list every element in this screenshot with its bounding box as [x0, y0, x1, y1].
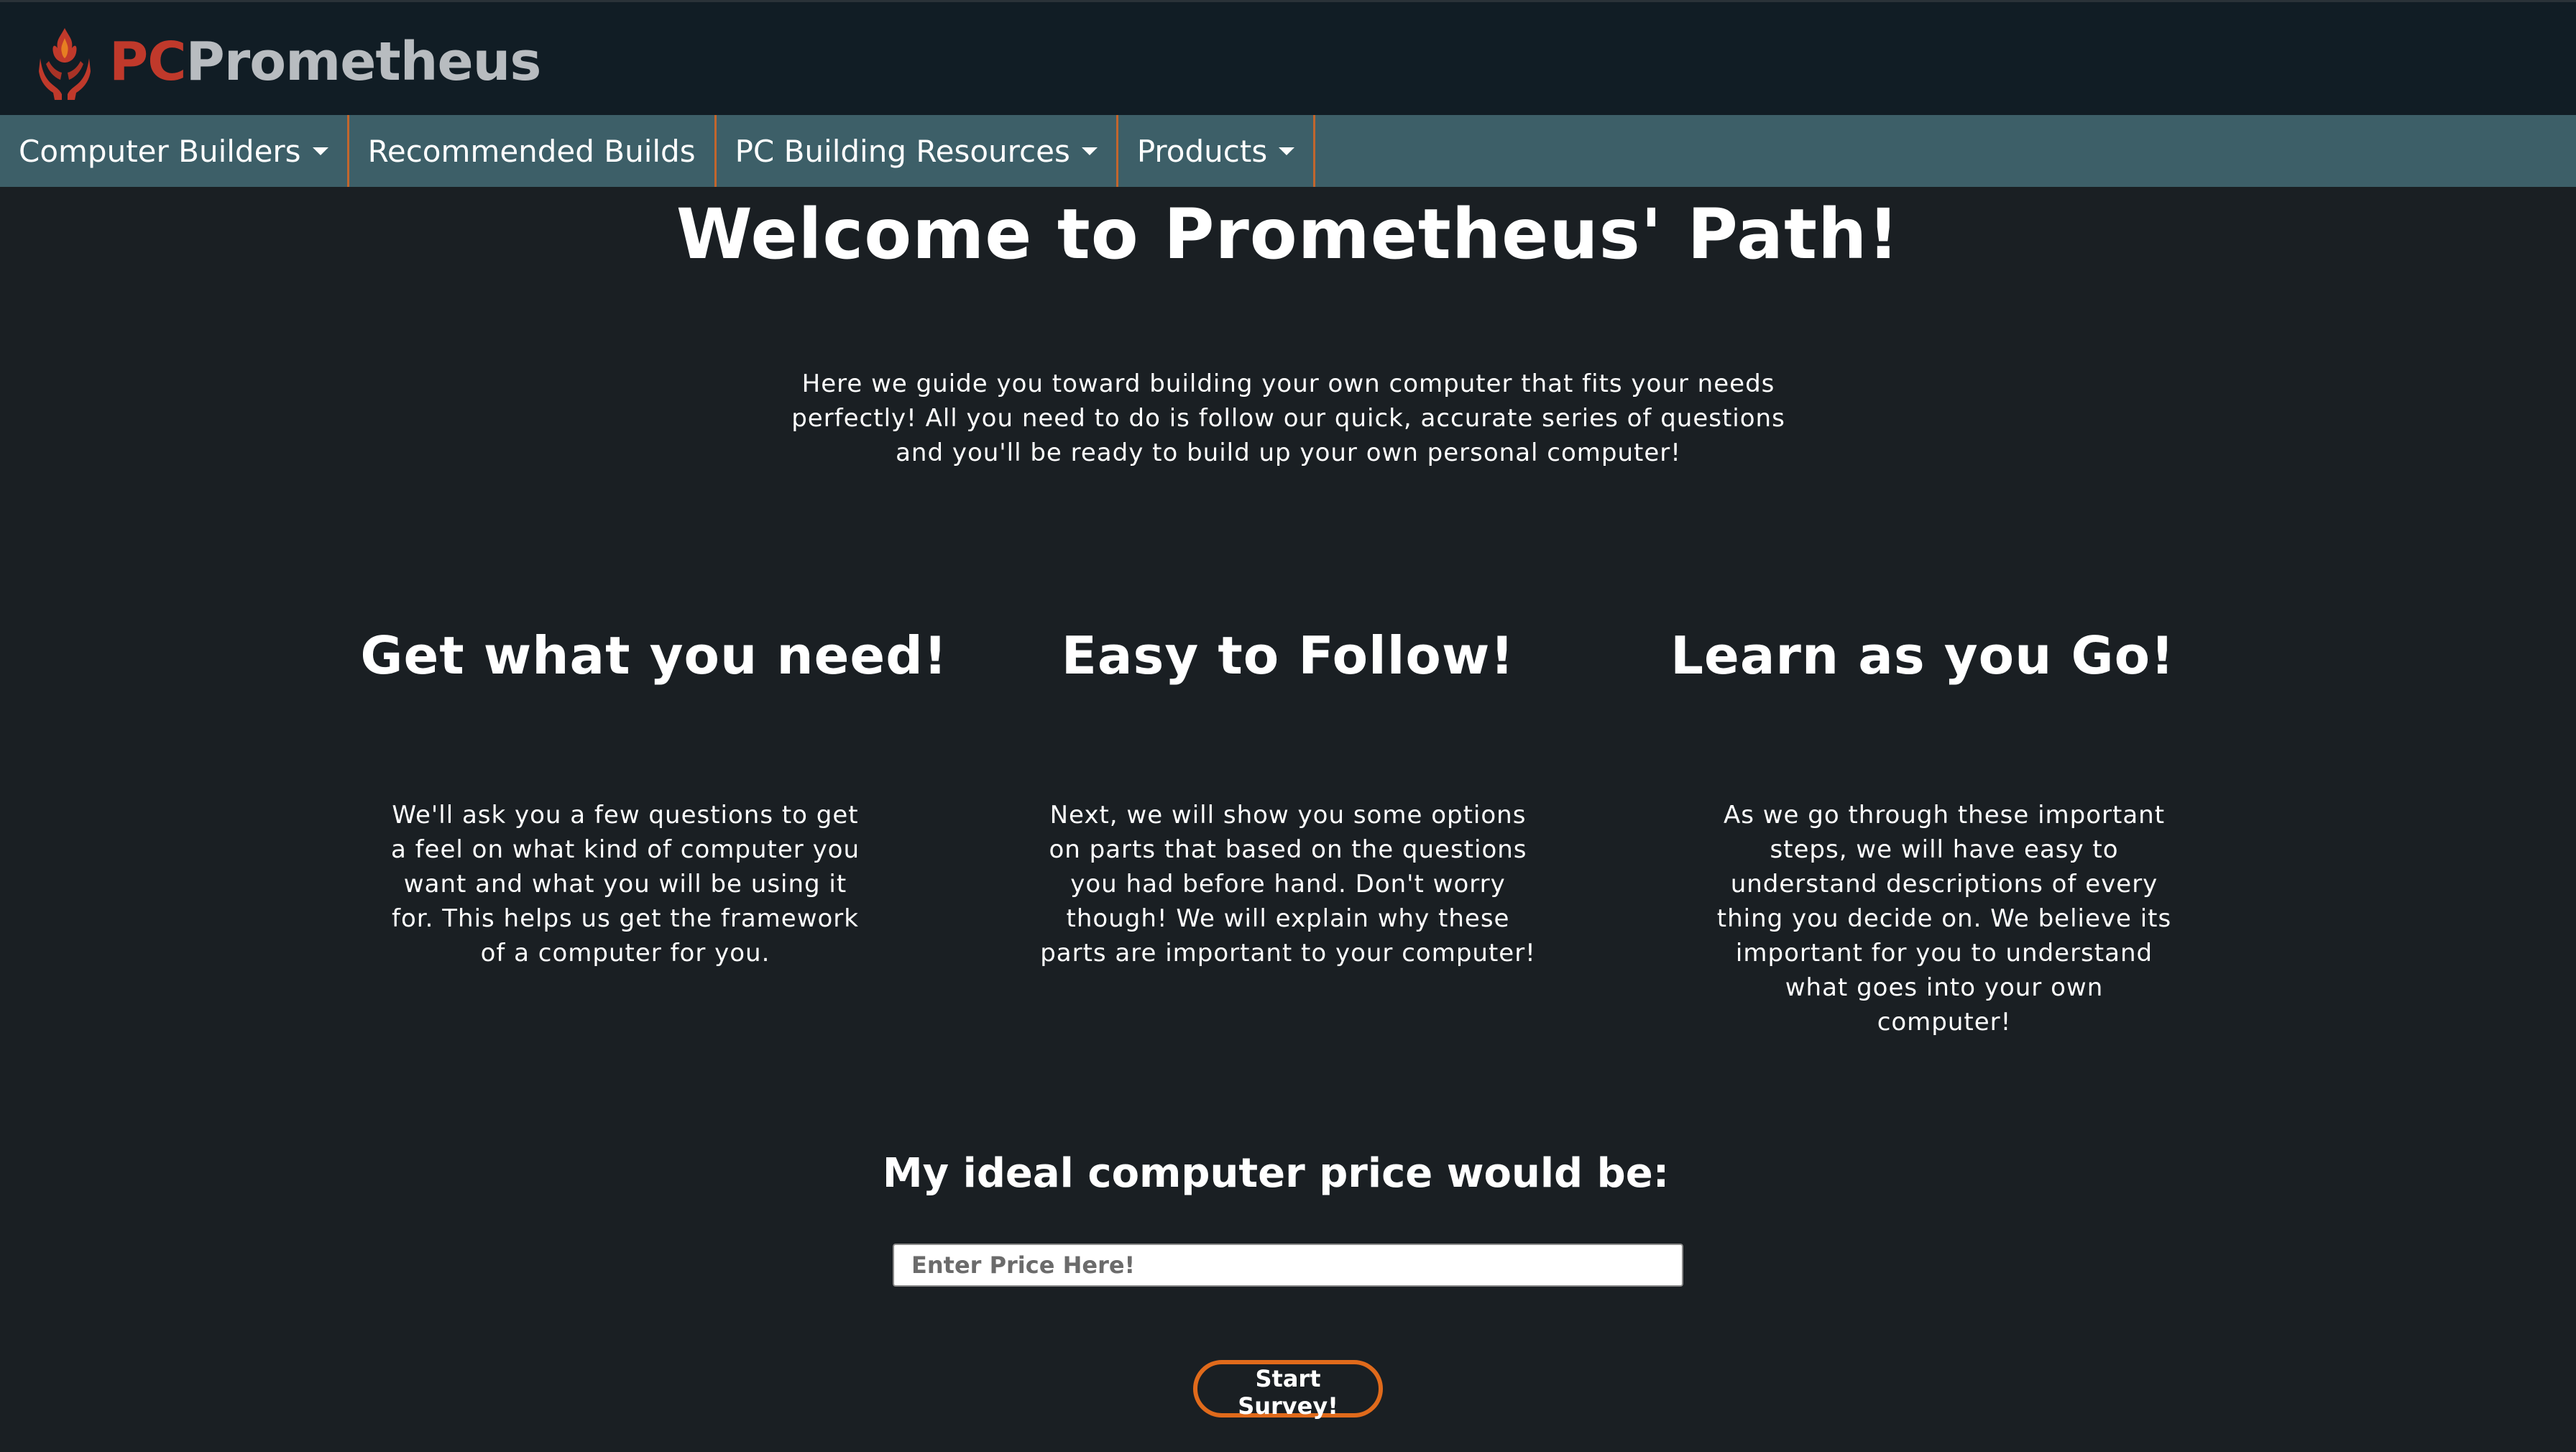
- main-nav: Computer Builders Recommended Builds PC …: [0, 115, 2576, 187]
- start-survey-button[interactable]: Start Survey!: [1193, 1360, 1383, 1420]
- site-header: PCPrometheus: [0, 0, 2576, 115]
- intro-text: Here we guide you toward building your o…: [791, 369, 1785, 467]
- nav-recommended-builds[interactable]: Recommended Builds: [349, 115, 717, 187]
- logo-pc-text: PC: [109, 31, 187, 93]
- feature-text: We'll ask you a few questions to get a f…: [390, 801, 860, 968]
- price-label: My ideal computer price would be:: [882, 1150, 1670, 1197]
- feature-heading: Learn as you Go!: [1670, 625, 2175, 686]
- price-input[interactable]: [893, 1244, 1683, 1287]
- feature-heading: Easy to Follow!: [1061, 625, 1515, 686]
- nav-label: PC Building Resources: [735, 133, 1070, 169]
- nav-pc-building-resources[interactable]: PC Building Resources: [717, 115, 1118, 187]
- nav-label: Recommended Builds: [367, 133, 696, 169]
- nav-label: Computer Builders: [19, 133, 301, 169]
- feature-get-what-you-need: Get what you need! We'll ask you a few q…: [331, 625, 978, 968]
- nav-products[interactable]: Products: [1118, 115, 1316, 187]
- site-logo[interactable]: PCPrometheus: [36, 22, 541, 101]
- feature-text: As we go through these important steps, …: [1716, 801, 2172, 1037]
- feature-learn-as-you-go: Learn as you Go! As we go through these …: [1599, 625, 2246, 1037]
- feature-easy-to-follow: Easy to Follow! Next, we will show you s…: [965, 625, 1611, 968]
- caret-down-icon: [312, 147, 328, 155]
- caret-down-icon: [1279, 147, 1295, 155]
- feature-heading: Get what you need!: [360, 625, 948, 686]
- page-title: Welcome to Prometheus' Path!: [676, 194, 1900, 275]
- caret-down-icon: [1081, 147, 1098, 155]
- logo-name-text: Prometheus: [185, 31, 542, 93]
- logo-wordmark: PCPrometheus: [109, 35, 541, 88]
- feature-text: Next, we will show you some options on p…: [1040, 801, 1536, 968]
- page: PCPrometheus Computer Builders Recommend…: [0, 0, 2576, 1452]
- nav-label: Products: [1136, 133, 1268, 169]
- nav-computer-builders[interactable]: Computer Builders: [0, 115, 349, 187]
- flame-hands-icon: [39, 28, 91, 100]
